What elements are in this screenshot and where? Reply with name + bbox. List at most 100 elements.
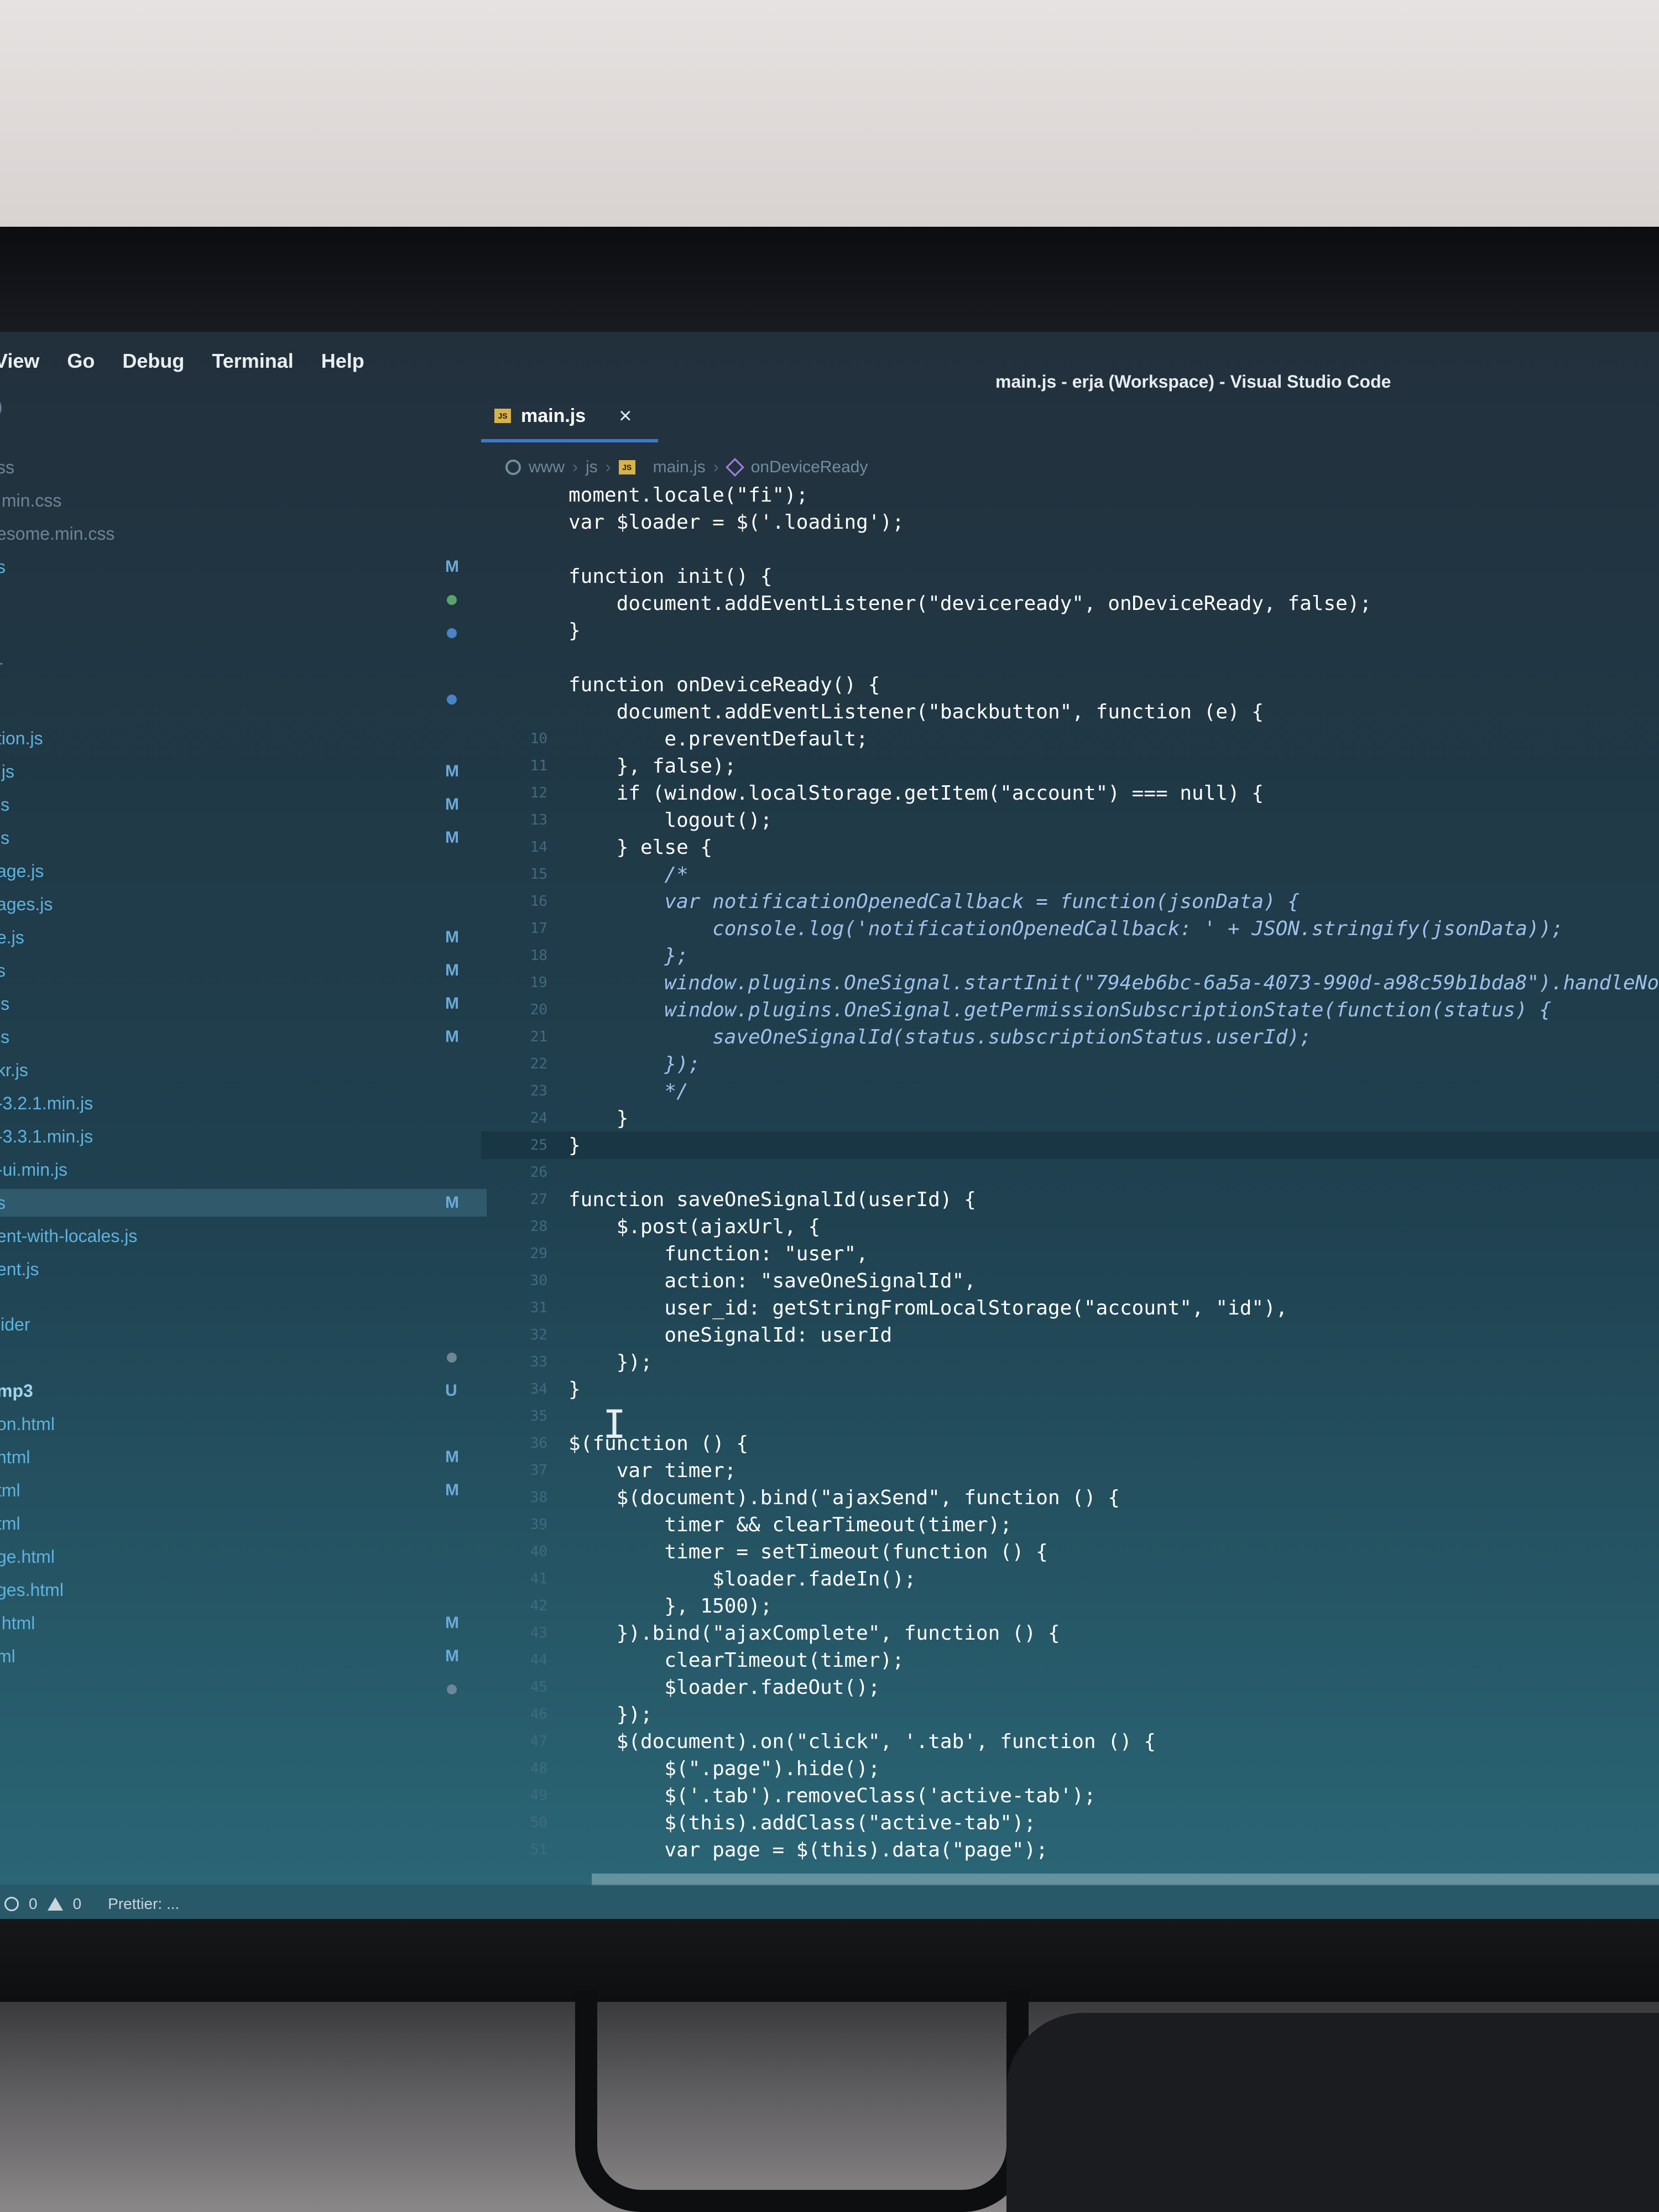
close-icon[interactable]: × — [619, 404, 632, 429]
code-line[interactable]: } — [481, 617, 1659, 644]
explorer-file-row[interactable]: -ui.min.js — [0, 1156, 487, 1183]
code-line[interactable]: 22 }); — [481, 1050, 1659, 1078]
menu-view[interactable]: View — [0, 349, 39, 373]
explorer-file-row[interactable]: ml M — [0, 1642, 487, 1670]
code-line[interactable]: 51 var page = $(this).data("page"); — [481, 1836, 1659, 1864]
explorer-file-row[interactable]: html M — [0, 1443, 487, 1471]
code-line[interactable]: 24 } — [481, 1104, 1659, 1132]
code-line[interactable]: 19 window.plugins.OneSignal.startInit("7… — [481, 969, 1659, 997]
explorer-file-row[interactable]: age.js — [0, 857, 487, 885]
explorer-file-row[interactable] — [0, 1676, 487, 1703]
explorer-file-row[interactable]: on.html — [0, 1410, 487, 1438]
code-line[interactable]: 10 e.preventDefault; — [481, 725, 1659, 753]
explorer-file-row[interactable]: ge.html — [0, 1543, 487, 1571]
code-line[interactable]: 14 } else { — [481, 833, 1659, 861]
code-line[interactable]: 43 }).bind("ajaxComplete", function () { — [481, 1619, 1659, 1647]
explorer-file-row[interactable] — [0, 1344, 487, 1371]
code-line[interactable]: var $loader = $('.loading'); — [481, 508, 1659, 536]
explorer-file-row[interactable]: tml — [0, 1510, 487, 1537]
breadcrumb-folder-www[interactable]: www — [529, 458, 565, 477]
code-line[interactable]: 39 timer && clearTimeout(timer); — [481, 1511, 1659, 1538]
code-line[interactable]: 33 }); — [481, 1348, 1659, 1376]
code-line[interactable]: 20 window.plugins.OneSignal.getPermissio… — [481, 996, 1659, 1024]
explorer-file-row[interactable]: js M — [0, 791, 487, 818]
explorer-file-row[interactable]: r — [0, 653, 487, 680]
code-line[interactable]: 26 — [481, 1159, 1659, 1186]
code-line[interactable]: function init() { — [481, 562, 1659, 590]
explorer-file-row[interactable]: ss — [0, 453, 487, 481]
explorer-file-row[interactable]: tml M — [0, 1477, 487, 1504]
prettier-status[interactable]: Prettier: ... — [108, 1895, 179, 1913]
code-line[interactable]: 40 timer = setTimeout(function () { — [481, 1538, 1659, 1566]
code-line[interactable]: 37 var timer; — [481, 1457, 1659, 1484]
code-line[interactable]: document.addEventListener("backbutton", … — [481, 698, 1659, 726]
menu-debug[interactable]: Debug — [122, 349, 184, 373]
code-line[interactable] — [481, 535, 1659, 563]
code-line[interactable]: 21 saveOneSignalId(status.subscriptionSt… — [481, 1023, 1659, 1051]
explorer-file-row[interactable] — [0, 586, 487, 614]
code-line[interactable]: 29 function: "user", — [481, 1240, 1659, 1267]
explorer-file-row[interactable]: js M — [0, 824, 487, 852]
breadcrumb-file[interactable]: main.js — [653, 458, 706, 477]
code-line[interactable]: 25} — [481, 1131, 1659, 1159]
explorer-file-row[interactable]: kr.js — [0, 1056, 487, 1084]
menu-terminal[interactable]: Terminal — [212, 349, 293, 373]
code-line[interactable]: 11 }, false); — [481, 752, 1659, 780]
code-line[interactable]: 47 $(document).on("click", '.tab', funct… — [481, 1728, 1659, 1755]
explorer-file-row[interactable]: ages.js — [0, 890, 487, 918]
explorer-file-row[interactable]: -3.2.1.min.js — [0, 1089, 487, 1117]
explorer-file-row[interactable]: e.js M — [0, 924, 487, 951]
code-line[interactable]: 31 user_id: getStringFromLocalStorage("a… — [481, 1294, 1659, 1322]
code-line[interactable]: 16 var notificationOpenedCallback = func… — [481, 888, 1659, 915]
code-line[interactable]: 12 if (window.localStorage.getItem("acco… — [481, 779, 1659, 807]
breadcrumb-symbol[interactable]: onDeviceReady — [751, 458, 868, 477]
explorer-file-row[interactable]: js M — [0, 990, 487, 1018]
code-line[interactable]: 35 — [481, 1402, 1659, 1430]
code-line[interactable]: 49 $('.tab').removeClass('active-tab'); — [481, 1782, 1659, 1809]
explorer-file-row[interactable]: js M — [0, 1023, 487, 1051]
error-count[interactable]: 0 — [29, 1895, 38, 1913]
code-line[interactable]: 48 $(".page").hide(); — [481, 1755, 1659, 1782]
tab-main-js[interactable]: JS main.js × — [481, 393, 658, 442]
code-line[interactable]: 13 logout(); — [481, 806, 1659, 834]
code-line[interactable]: 45 $loader.fadeOut(); — [481, 1673, 1659, 1701]
explorer-file-row[interactable]: sM — [0, 553, 487, 581]
explorer-file-row[interactable]: .html M — [0, 1609, 487, 1637]
explorer-file-row[interactable]: ) — [0, 393, 487, 420]
explorer-file-row[interactable]: esome.min.css — [0, 520, 487, 547]
code-line[interactable] — [481, 644, 1659, 671]
explorer-file-row[interactable]: .js M — [0, 758, 487, 785]
explorer-file-row[interactable]: lider — [0, 1311, 487, 1338]
explorer-file-row[interactable]: sM — [0, 957, 487, 984]
menu-help[interactable]: Help — [321, 349, 364, 373]
code-line[interactable]: 15 /* — [481, 860, 1659, 888]
explorer-file-row[interactable]: ent-with-locales.js — [0, 1222, 487, 1250]
explorer-file-row[interactable]: ges.html — [0, 1576, 487, 1604]
horizontal-scrollbar[interactable] — [592, 1874, 1659, 1886]
breadcrumb-folder-js[interactable]: js — [586, 458, 598, 477]
explorer-file-row[interactable]: mp3 U — [0, 1377, 487, 1405]
warning-count[interactable]: 0 — [73, 1895, 82, 1913]
code-line[interactable]: 23 */ — [481, 1077, 1659, 1105]
explorer-file-row[interactable]: -3.3.1.min.js — [0, 1123, 487, 1150]
explorer-file-row[interactable] — [0, 686, 487, 713]
code-line[interactable]: 36 $(function () { — [481, 1430, 1659, 1457]
explorer-file-row[interactable]: ent.js — [0, 1255, 487, 1283]
code-line[interactable]: 50 $(this).addClass("active-tab"); — [481, 1809, 1659, 1837]
code-line[interactable]: 28 $.post(ajaxUrl, { — [481, 1213, 1659, 1240]
code-line[interactable]: document.addEventListener("deviceready",… — [481, 589, 1659, 617]
code-line[interactable]: 32 oneSignalId: userId — [481, 1321, 1659, 1349]
code-line[interactable]: function onDeviceReady() { — [481, 671, 1659, 698]
code-line[interactable]: 34} — [481, 1375, 1659, 1403]
code-line[interactable]: 30 action: "saveOneSignalId", — [481, 1267, 1659, 1295]
code-line[interactable]: 38 $(document).bind("ajaxSend", function… — [481, 1484, 1659, 1511]
explorer-file-row[interactable]: sM — [0, 1189, 487, 1217]
code-line[interactable]: 41 $loader.fadeIn(); — [481, 1565, 1659, 1593]
code-line[interactable]: 17 console.log('notificationOpenedCallba… — [481, 915, 1659, 942]
menu-go[interactable]: Go — [67, 349, 95, 373]
explorer-file-row[interactable] — [0, 619, 487, 647]
explorer-file-row[interactable]: tion.js — [0, 724, 487, 752]
explorer-file-row[interactable]: .min.css — [0, 487, 487, 514]
code-line[interactable]: 42 }, 1500); — [481, 1592, 1659, 1620]
code-line[interactable]: 46 }); — [481, 1700, 1659, 1728]
